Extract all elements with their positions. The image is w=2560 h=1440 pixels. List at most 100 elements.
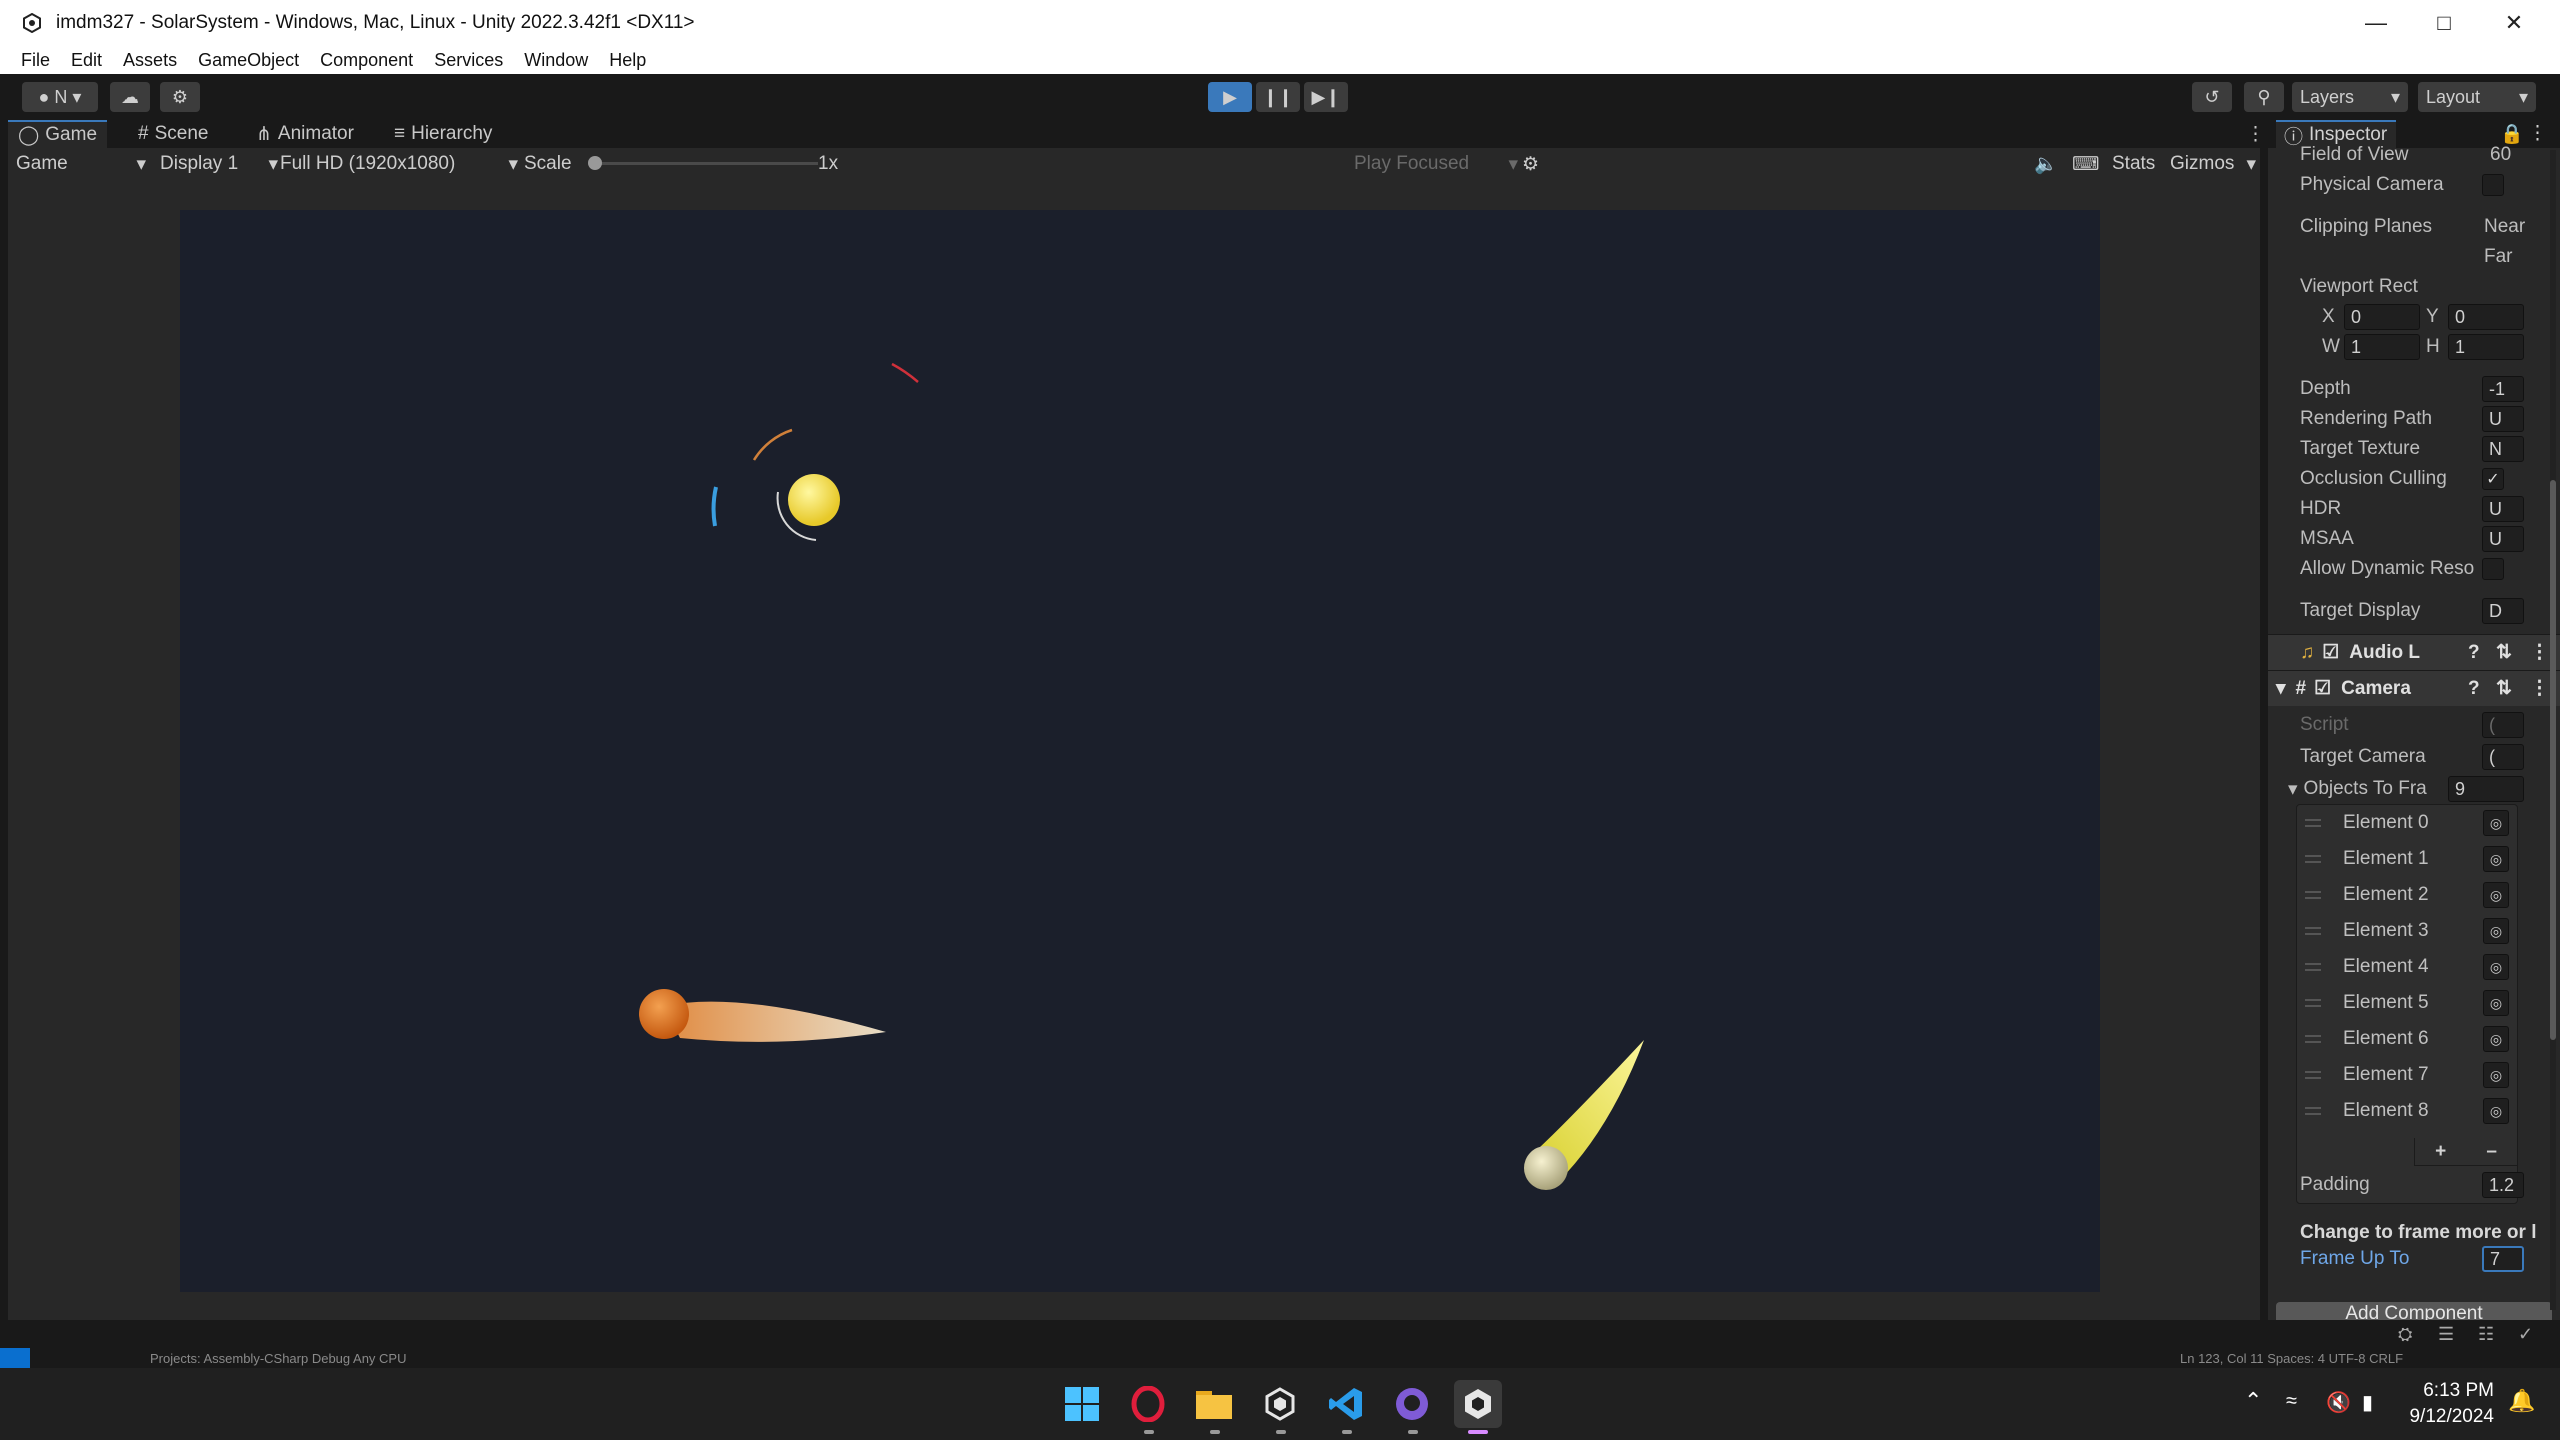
padding-field[interactable]: 1.2 <box>2482 1172 2524 1198</box>
speaker-muted-icon[interactable]: 🔇 <box>2326 1390 2351 1415</box>
opera-browser-icon[interactable] <box>1124 1380 1172 1428</box>
list-item[interactable]: Element 1 ◎ <box>2297 841 2517 877</box>
object-picker-icon[interactable]: ◎ <box>2483 918 2509 944</box>
chevron-up-icon[interactable]: ⌃ <box>2244 1388 2262 1414</box>
w-field[interactable]: 1 <box>2344 334 2420 360</box>
menu-gameobject[interactable]: GameObject <box>198 50 299 71</box>
audio-listener-header[interactable]: ♫ ☑ Audio L ? ⇅ ⋮ <box>2268 634 2560 670</box>
tab-game[interactable]: ◯ Game <box>8 120 108 148</box>
frame-up-to-field[interactable]: 7 <box>2482 1246 2524 1272</box>
help-icon[interactable]: ? <box>2468 642 2480 664</box>
list-item[interactable]: Element 7 ◎ <box>2297 1057 2517 1093</box>
menu-edit[interactable]: Edit <box>71 50 102 71</box>
object-picker-icon[interactable]: ◎ <box>2483 1026 2509 1052</box>
tab-animator[interactable]: ⋔ Animator <box>246 120 364 148</box>
list-item[interactable]: Element 0 ◎ <box>2297 805 2517 841</box>
more-icon[interactable]: ⋮ <box>2530 677 2549 700</box>
unity-editor-icon[interactable] <box>1454 1380 1502 1428</box>
pause-button[interactable]: ❙❙ <box>1256 82 1300 112</box>
network-icon[interactable]: ☷ <box>2478 1324 2494 1345</box>
bug-icon[interactable]: ⚙ <box>1522 148 1539 180</box>
drag-handle-icon[interactable] <box>2305 1035 2321 1043</box>
object-picker-icon[interactable]: ◎ <box>2483 882 2509 908</box>
close-button[interactable]: ✕ <box>2478 0 2550 46</box>
objects-to-frame-foldout[interactable]: ▾ Objects To Fra <box>2288 776 2427 802</box>
speaker-icon[interactable]: 🔈 <box>2034 148 2058 180</box>
layout-dropdown[interactable]: Layout ▾ <box>2418 82 2536 112</box>
inspector-scrollbar[interactable] <box>2550 150 2556 1310</box>
audio-enabled-checkbox[interactable]: ☑ <box>2322 641 2339 664</box>
unity-hub-icon[interactable] <box>1256 1380 1304 1428</box>
list-item[interactable]: Element 6 ◎ <box>2297 1021 2517 1057</box>
wifi-icon[interactable]: ≈ <box>2286 1390 2297 1413</box>
clock-date[interactable]: 9/12/2024 <box>2400 1406 2494 1428</box>
file-explorer-icon[interactable] <box>1190 1380 1238 1428</box>
tab-scene[interactable]: # Scene <box>128 120 218 148</box>
list-item[interactable]: Element 5 ◎ <box>2297 985 2517 1021</box>
check-circle-icon[interactable]: ✓ <box>2518 1324 2533 1345</box>
gizmos-dropdown[interactable]: Gizmos ▾ <box>2170 148 2256 180</box>
objects-count-field[interactable]: 9 <box>2448 776 2524 802</box>
list-item[interactable]: Element 8 ◎ <box>2297 1093 2517 1129</box>
layers-dropdown[interactable]: Layers ▾ <box>2292 82 2408 112</box>
remove-element-button[interactable]: – <box>2486 1141 2497 1163</box>
help-icon[interactable]: ? <box>2468 678 2480 700</box>
tab-hierarchy[interactable]: ≡ Hierarchy <box>384 120 502 148</box>
h-field[interactable]: 1 <box>2448 334 2524 360</box>
object-picker-icon[interactable]: ◎ <box>2483 954 2509 980</box>
github-desktop-icon[interactable] <box>1388 1380 1436 1428</box>
maximize-button[interactable]: □ <box>2408 0 2480 46</box>
menu-assets[interactable]: Assets <box>123 50 177 71</box>
object-picker-icon[interactable]: ◎ <box>2483 846 2509 872</box>
camera-script-header[interactable]: ▾ # ☑ Camera ? ⇅ ⋮ <box>2268 670 2560 706</box>
object-picker-icon[interactable]: ◎ <box>2483 1062 2509 1088</box>
windows-start-icon[interactable] <box>1058 1380 1106 1428</box>
inspector-scrollbar-thumb[interactable] <box>2550 480 2556 1040</box>
more-icon[interactable]: ⋮ <box>2528 122 2547 145</box>
menu-file[interactable]: File <box>21 50 50 71</box>
list-item[interactable]: Element 4 ◎ <box>2297 949 2517 985</box>
more-icon[interactable]: ⋮ <box>2530 641 2549 664</box>
object-picker-icon[interactable]: ◎ <box>2483 990 2509 1016</box>
list-item[interactable]: Element 3 ◎ <box>2297 913 2517 949</box>
battery-icon[interactable]: ▮ <box>2362 1390 2373 1415</box>
drag-handle-icon[interactable] <box>2305 963 2321 971</box>
drag-handle-icon[interactable] <box>2305 1071 2321 1079</box>
play-button[interactable]: ▶ <box>1208 82 1252 112</box>
target-display-dropdown[interactable]: D <box>2482 598 2524 624</box>
physical-camera-checkbox[interactable] <box>2482 174 2504 196</box>
list-item[interactable]: Element 2 ◎ <box>2297 877 2517 913</box>
scale-slider-handle[interactable] <box>588 156 602 170</box>
object-picker-icon[interactable]: ◎ <box>2483 1098 2509 1124</box>
add-element-button[interactable]: + <box>2435 1141 2446 1163</box>
field-of-view-value[interactable]: 60 <box>2490 142 2511 168</box>
step-button[interactable]: ▶❙ <box>1304 82 1348 112</box>
menu-services[interactable]: Services <box>434 50 503 71</box>
clock-time[interactable]: 6:13 PM <box>2410 1380 2494 1402</box>
drag-handle-icon[interactable] <box>2305 999 2321 1007</box>
collapse-arrow-icon[interactable]: ▾ <box>2276 677 2286 700</box>
drag-handle-icon[interactable] <box>2305 927 2321 935</box>
rendering-path-dropdown[interactable]: U <box>2482 406 2524 432</box>
scale-slider[interactable] <box>588 156 818 170</box>
notification-bell-icon[interactable]: 🔔 <box>2508 1388 2535 1414</box>
menu-help[interactable]: Help <box>609 50 646 71</box>
depth-field[interactable]: -1 <box>2482 376 2524 402</box>
play-focused-dropdown[interactable]: Play Focused ▾ <box>1354 148 1518 180</box>
game-mode-dropdown[interactable]: Game ▾ <box>16 148 146 180</box>
preset-icon[interactable]: ⇅ <box>2496 641 2512 664</box>
y-field[interactable]: 0 <box>2448 304 2524 330</box>
stack-icon[interactable]: ☰ <box>2438 1324 2454 1345</box>
menu-window[interactable]: Window <box>524 50 588 71</box>
camera-enabled-checkbox[interactable]: ☑ <box>2314 677 2331 700</box>
allow-dynamic-checkbox[interactable] <box>2482 558 2504 580</box>
preset-icon[interactable]: ⇅ <box>2496 677 2512 700</box>
target-camera-field[interactable]: ( <box>2482 744 2524 770</box>
game-render-canvas[interactable] <box>180 210 2100 1292</box>
resolution-dropdown[interactable]: Full HD (1920x1080) ▾ <box>280 148 518 180</box>
remote-indicator[interactable] <box>0 1348 30 1368</box>
drag-handle-icon[interactable] <box>2305 891 2321 899</box>
x-field[interactable]: 0 <box>2344 304 2420 330</box>
object-picker-icon[interactable]: ◎ <box>2483 810 2509 836</box>
settings-icon[interactable]: ⚙ <box>160 82 200 112</box>
